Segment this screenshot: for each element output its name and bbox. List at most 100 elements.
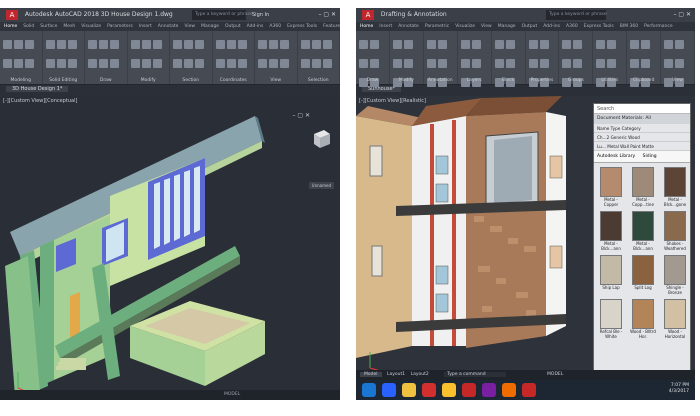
viewcube-icon[interactable] bbox=[310, 128, 332, 150]
tool-icon[interactable] bbox=[14, 59, 23, 68]
tool-icon[interactable] bbox=[562, 59, 572, 68]
tool-icon[interactable] bbox=[14, 40, 23, 49]
tool-icon[interactable] bbox=[56, 40, 66, 49]
material-preview[interactable] bbox=[632, 255, 654, 285]
tool-icon[interactable] bbox=[460, 40, 470, 49]
tool-icon[interactable] bbox=[460, 59, 470, 68]
ribbon-tab[interactable]: Home bbox=[360, 24, 373, 29]
table-row[interactable]: Ch...2 Generic Wood bbox=[594, 133, 690, 142]
tool-icon[interactable] bbox=[280, 59, 289, 68]
tool-icon[interactable] bbox=[528, 59, 538, 68]
tool-icon[interactable] bbox=[630, 40, 640, 49]
model-status[interactable]: MODEL bbox=[224, 392, 240, 397]
tool-icon[interactable] bbox=[237, 40, 247, 49]
ribbon-tab[interactable]: Insert bbox=[379, 24, 392, 29]
library-name[interactable]: Autodesk Library bbox=[597, 154, 635, 159]
ribbon-panel-label[interactable]: Section bbox=[170, 78, 212, 83]
tool-icon[interactable] bbox=[494, 59, 504, 68]
tool-icon[interactable] bbox=[152, 59, 162, 68]
viewport[interactable]: [-][Custom View][Conceptual] Unnamed – ▢… bbox=[0, 96, 340, 400]
pdf-icon[interactable] bbox=[462, 383, 476, 397]
material-swatch[interactable]: Wood - Blltrd Hor. bbox=[629, 299, 657, 339]
tool-icon[interactable] bbox=[45, 40, 55, 49]
ribbon-tab[interactable]: View bbox=[481, 24, 492, 29]
tool-icon[interactable] bbox=[505, 40, 515, 49]
tool-icon[interactable] bbox=[141, 59, 151, 68]
search-input[interactable]: Type a keyword or phrase bbox=[192, 10, 253, 20]
model-status[interactable]: MODEL bbox=[547, 372, 563, 377]
material-preview[interactable] bbox=[664, 255, 686, 285]
tool-icon[interactable] bbox=[403, 40, 413, 49]
tool-icon[interactable] bbox=[322, 59, 332, 68]
ribbon-tab[interactable]: Performance bbox=[644, 24, 673, 29]
tool-icon[interactable] bbox=[195, 59, 204, 68]
material-preview[interactable] bbox=[664, 299, 686, 329]
ribbon-tab[interactable]: A360 bbox=[566, 24, 578, 29]
material-preview[interactable] bbox=[632, 299, 654, 329]
ribbon-panel-label[interactable]: Utilities bbox=[593, 78, 626, 83]
tool-icon[interactable] bbox=[675, 59, 685, 68]
tool-icon[interactable] bbox=[226, 40, 236, 49]
library-selector[interactable]: Autodesk Library Siding bbox=[594, 151, 690, 163]
tool-icon[interactable] bbox=[392, 40, 402, 49]
ribbon-panel-label[interactable]: Solid Editing bbox=[43, 78, 85, 83]
material-preview[interactable] bbox=[600, 299, 622, 329]
viewport-label[interactable]: [-][Custom View][Realistic] bbox=[359, 98, 426, 104]
tool-icon[interactable] bbox=[607, 59, 617, 68]
ribbon-panel-label[interactable]: Clipboard bbox=[627, 78, 660, 83]
tool-icon[interactable] bbox=[630, 59, 640, 68]
tool-icon[interactable] bbox=[25, 40, 34, 49]
material-swatch[interactable]: Metal - Blck...ann bbox=[597, 211, 625, 251]
ribbon-tab[interactable]: Home bbox=[4, 24, 17, 29]
ribbon-tab[interactable]: Solid bbox=[23, 24, 34, 29]
material-swatch[interactable]: Metal - Blck...gone bbox=[661, 167, 689, 207]
ribbon-tab[interactable]: Add-ins bbox=[543, 24, 560, 29]
tool-icon[interactable] bbox=[99, 40, 108, 49]
tool-icon[interactable] bbox=[494, 40, 504, 49]
window-controls[interactable]: – ▢ ✕ bbox=[673, 8, 691, 22]
tool-icon[interactable] bbox=[300, 59, 310, 68]
tool-icon[interactable] bbox=[573, 40, 583, 49]
ribbon-tab[interactable]: Manage bbox=[201, 24, 219, 29]
material-preview[interactable] bbox=[664, 211, 686, 241]
tool-icon[interactable] bbox=[675, 40, 685, 49]
material-swatch[interactable]: Ship Lap bbox=[597, 255, 625, 295]
tool-icon[interactable] bbox=[67, 59, 77, 68]
tool-icon[interactable] bbox=[88, 59, 97, 68]
tool-icon[interactable] bbox=[215, 59, 225, 68]
material-swatch[interactable]: Wood - Horizontal bbox=[661, 299, 689, 339]
ribbon-tab[interactable]: Parametric bbox=[425, 24, 449, 29]
tool-icon[interactable] bbox=[195, 40, 204, 49]
tool-icon[interactable] bbox=[184, 40, 193, 49]
ribbon-tab[interactable]: Visualize bbox=[81, 24, 101, 29]
ribbon-panel-label[interactable]: Modify bbox=[128, 78, 170, 83]
tool-icon[interactable] bbox=[471, 59, 481, 68]
autocad-logo-icon[interactable]: A bbox=[6, 9, 18, 20]
tool-icon[interactable] bbox=[664, 40, 674, 49]
tool-icon[interactable] bbox=[311, 59, 321, 68]
tool-icon[interactable] bbox=[215, 40, 225, 49]
material-swatch[interactable]: Metal - Copper bbox=[597, 167, 625, 207]
tool-icon[interactable] bbox=[426, 59, 436, 68]
ribbon-tab[interactable]: Visualize bbox=[455, 24, 475, 29]
tool-icon[interactable] bbox=[3, 59, 12, 68]
tool-icon[interactable] bbox=[25, 59, 34, 68]
ribbon-tab[interactable]: Insert bbox=[139, 24, 152, 29]
tool-icon[interactable] bbox=[359, 59, 368, 68]
media-player-icon[interactable] bbox=[422, 383, 436, 397]
ribbon-panel-label[interactable]: Block bbox=[492, 78, 525, 83]
tool-icon[interactable] bbox=[67, 40, 77, 49]
tool-icon[interactable] bbox=[226, 59, 236, 68]
material-preview[interactable] bbox=[600, 167, 622, 197]
ribbon-panel-label[interactable]: Layers bbox=[458, 78, 491, 83]
chrome-icon[interactable] bbox=[442, 383, 456, 397]
ie-icon[interactable] bbox=[382, 383, 396, 397]
tool-icon[interactable] bbox=[596, 40, 606, 49]
ribbon-tab[interactable]: Mesh bbox=[63, 24, 75, 29]
folder-icon[interactable] bbox=[402, 383, 416, 397]
tool-icon[interactable] bbox=[152, 40, 162, 49]
tool-icon[interactable] bbox=[607, 40, 617, 49]
tool-icon[interactable] bbox=[99, 59, 108, 68]
document-tab[interactable]: 3D House Design 1* bbox=[6, 86, 69, 92]
material-swatch[interactable]: Shakes - Weathered bbox=[661, 211, 689, 251]
